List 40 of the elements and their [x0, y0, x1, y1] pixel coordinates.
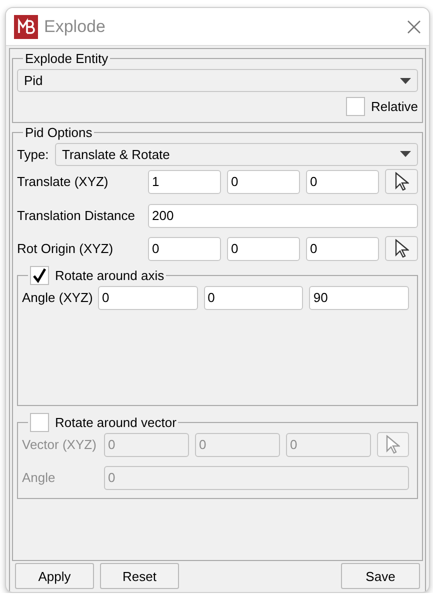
field-label: Angle: [22, 470, 56, 485]
number-field[interactable]: 1: [148, 170, 221, 194]
number-field[interactable]: 0: [306, 236, 379, 260]
dialog-button[interactable]: Apply: [15, 563, 94, 589]
dialog-button[interactable]: Reset: [100, 563, 179, 589]
field-label: Type:: [17, 146, 49, 162]
number-field[interactable]: 0: [306, 170, 379, 194]
pick-button[interactable]: [385, 169, 418, 194]
group-title: Pid Options: [25, 125, 92, 140]
dropdown-caret-icon: [400, 151, 411, 157]
number-field[interactable]: 0: [227, 236, 300, 260]
rotate-axis-checkbox[interactable]: [30, 266, 49, 285]
group-title: Explode Entity: [25, 51, 108, 66]
field-label: Translation Distance: [17, 208, 136, 223]
field-label: Translate (XYZ): [17, 174, 110, 189]
group-title: Rotate around axis: [55, 268, 164, 283]
group-title: Rotate around vector: [55, 415, 176, 430]
cursor-icon: [394, 172, 408, 191]
number-field[interactable]: 200: [148, 204, 418, 228]
window-title: Explode: [44, 16, 106, 36]
pick-button[interactable]: [385, 236, 418, 261]
app-logo-icon: [14, 14, 38, 38]
field-label: Angle (XYZ): [22, 290, 92, 305]
number-field[interactable]: 90: [309, 286, 410, 310]
cursor-icon: [394, 239, 408, 258]
rotate-vector-checkbox[interactable]: [30, 413, 49, 432]
number-field[interactable]: 0: [204, 286, 304, 310]
close-icon[interactable]: [407, 20, 421, 34]
number-field[interactable]: 0: [227, 170, 300, 194]
number-field[interactable]: 0: [148, 236, 221, 260]
cursor-icon: [386, 435, 400, 454]
dialog-button[interactable]: Save: [341, 563, 420, 589]
checkbox-label: Relative: [371, 98, 418, 114]
number-field[interactable]: 0: [98, 286, 198, 310]
dropdown-caret-icon: [400, 78, 411, 84]
entity-dropdown[interactable]: Pid: [17, 69, 418, 92]
relative-checkbox[interactable]: [346, 96, 366, 116]
field-label: Vector (XYZ): [22, 437, 98, 452]
type-dropdown[interactable]: Translate & Rotate: [55, 142, 418, 166]
field-label: Rot Origin (XYZ): [17, 241, 114, 256]
